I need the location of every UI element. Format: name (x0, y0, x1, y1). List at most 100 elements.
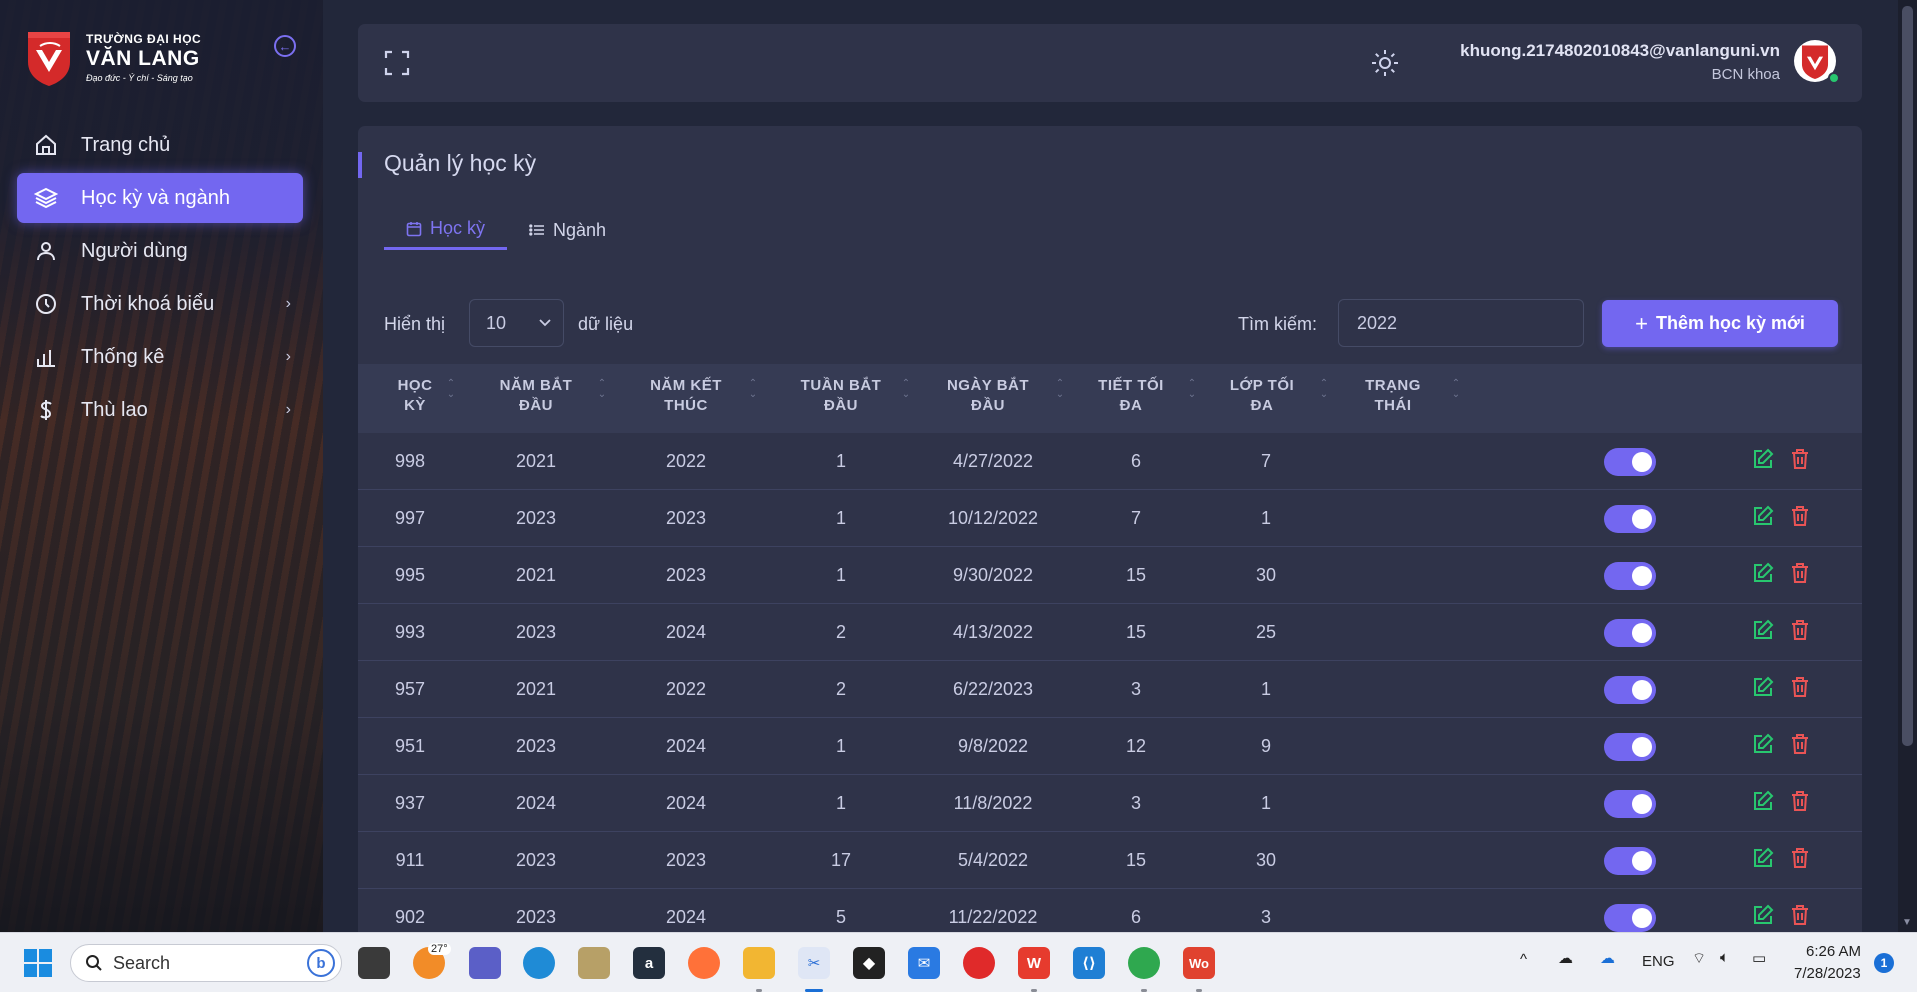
edit-icon[interactable] (1752, 448, 1776, 472)
theme-toggle-sun-icon[interactable] (1370, 48, 1400, 78)
tab-terms[interactable]: Học kỳ (384, 210, 508, 250)
status-toggle[interactable] (1604, 676, 1656, 704)
sort-icon[interactable]: ⌃ ⌄ (597, 378, 607, 400)
sort-icon[interactable]: ⌃ ⌄ (1451, 378, 1461, 400)
firefox-icon[interactable] (688, 947, 720, 979)
status-toggle[interactable] (1604, 505, 1656, 533)
delete-icon[interactable] (1789, 562, 1813, 586)
mail-icon[interactable]: ✉ (908, 947, 940, 979)
amazon-icon[interactable]: a (633, 947, 665, 979)
fullscreen-icon[interactable] (384, 50, 410, 76)
chrome-icon[interactable] (1128, 947, 1160, 979)
brand-logo[interactable]: TRƯỜNG ĐẠI HỌC VĂN LANG Đạo đức - Ý chí … (26, 28, 201, 86)
sidebar-item-terms-majors[interactable]: Học kỳ và ngành (17, 173, 303, 223)
snipping-tool-icon[interactable]: ✂ (798, 947, 830, 979)
status-toggle[interactable] (1604, 847, 1656, 875)
table-row[interactable]: 911 2023 2023 17 5/4/2022 15 30 (358, 832, 1862, 889)
table-row[interactable]: 902 2023 2024 5 11/22/2022 6 3 (358, 889, 1862, 936)
column-header[interactable]: NGÀY BẮT ĐẦU (928, 376, 1048, 416)
sidebar-item-statistics[interactable]: Thống kê › (17, 332, 303, 382)
column-header[interactable]: NĂM KẾT THÚC (626, 376, 746, 416)
clock-date[interactable]: 7/28/2023 (1794, 965, 1861, 982)
chevron-up-icon[interactable]: ^ (1520, 951, 1527, 968)
sort-icon[interactable]: ⌃ ⌄ (446, 378, 456, 400)
sort-icon[interactable]: ⌃ ⌄ (901, 378, 911, 400)
edit-icon[interactable] (1752, 562, 1776, 586)
delete-icon[interactable] (1789, 733, 1813, 757)
table-row[interactable]: 951 2023 2024 1 9/8/2022 12 9 (358, 718, 1862, 775)
status-toggle[interactable] (1604, 733, 1656, 761)
status-toggle[interactable] (1604, 790, 1656, 818)
file-explorer-icon[interactable] (743, 947, 775, 979)
sidebar-item-remuneration[interactable]: Thù lao › (17, 385, 303, 435)
volume-icon[interactable]: 🔈︎ (1720, 949, 1729, 966)
sort-icon[interactable]: ⌃ ⌄ (1055, 378, 1065, 400)
onedrive-icon[interactable]: ☁ (1558, 949, 1573, 967)
sort-icon[interactable]: ⌃ ⌄ (748, 378, 758, 400)
edit-icon[interactable] (1752, 619, 1776, 643)
edit-icon[interactable] (1752, 505, 1776, 529)
search-input[interactable] (1338, 299, 1584, 347)
vscode-icon[interactable]: ⟨⟩ (1073, 947, 1105, 979)
language-indicator[interactable]: ENG (1642, 953, 1675, 970)
wps-office-icon[interactable]: Wo (1183, 947, 1215, 979)
delete-icon[interactable] (1789, 676, 1813, 700)
status-toggle[interactable] (1604, 448, 1656, 476)
delete-icon[interactable] (1789, 619, 1813, 643)
column-header[interactable]: TIẾT TỐI ĐA (1071, 376, 1191, 416)
edit-icon[interactable] (1752, 676, 1776, 700)
delete-icon[interactable] (1789, 448, 1813, 472)
collapse-sidebar-icon[interactable]: ← (274, 35, 296, 57)
edit-icon[interactable] (1752, 904, 1776, 928)
delete-icon[interactable] (1789, 904, 1813, 928)
taskbar-search[interactable]: Search b (70, 944, 342, 982)
delete-icon[interactable] (1789, 790, 1813, 814)
sort-icon[interactable]: ⌃ ⌄ (1319, 378, 1329, 400)
column-header[interactable]: NĂM BẮT ĐẦU (476, 376, 596, 416)
teams-chat-icon[interactable] (469, 947, 501, 979)
column-header[interactable]: LỚP TỐI ĐA (1202, 376, 1322, 416)
sort-icon[interactable]: ⌃ ⌄ (1187, 378, 1197, 400)
scroll-down-icon[interactable]: ▼ (1902, 917, 1912, 928)
wifi-icon[interactable]: ⌔ (1692, 949, 1706, 968)
table-row[interactable]: 995 2021 2023 1 9/30/2022 15 30 (358, 547, 1862, 604)
battery-icon[interactable]: ▭ (1752, 949, 1766, 967)
edit-icon[interactable] (1752, 790, 1776, 814)
column-header[interactable]: TRẠNG THÁI (1333, 376, 1453, 416)
tab-majors[interactable]: Ngành (507, 210, 628, 250)
notification-badge[interactable]: 1 (1874, 953, 1894, 973)
dropbox-icon[interactable]: ◆ (853, 947, 885, 979)
onedrive-sync-icon[interactable]: ☁ (1600, 949, 1615, 967)
status-toggle[interactable] (1604, 562, 1656, 590)
add-term-button[interactable]: + Thêm học kỳ mới (1602, 300, 1838, 347)
foxit-icon[interactable] (963, 947, 995, 979)
status-toggle[interactable] (1604, 619, 1656, 647)
sidebar-item-home[interactable]: Trang chủ (17, 120, 303, 170)
table-row[interactable]: 957 2021 2022 2 6/22/2023 3 1 (358, 661, 1862, 718)
column-header[interactable]: TUẦN BẮT ĐẦU (781, 376, 901, 416)
edge-icon[interactable] (523, 947, 555, 979)
table-row[interactable]: 997 2023 2023 1 10/12/2022 7 1 (358, 490, 1862, 547)
status-toggle[interactable] (1604, 904, 1656, 932)
delete-icon[interactable] (1789, 847, 1813, 871)
tools-icon[interactable] (578, 947, 610, 979)
page-scrollbar[interactable]: ▼ (1898, 0, 1917, 932)
table-row[interactable]: 998 2021 2022 1 4/27/2022 6 7 (358, 433, 1862, 490)
edit-icon[interactable] (1752, 847, 1776, 871)
bing-icon[interactable]: b (307, 949, 335, 977)
edit-icon[interactable] (1752, 733, 1776, 757)
windows-start-icon[interactable] (24, 949, 52, 977)
table-row[interactable]: 993 2023 2024 2 4/13/2022 15 25 (358, 604, 1862, 661)
table-row[interactable]: 937 2024 2024 1 11/8/2022 3 1 (358, 775, 1862, 832)
wps-writer-icon[interactable]: W (1018, 947, 1050, 979)
cell-start-date: 5/4/2022 (957, 850, 1029, 870)
cell-term: 957 (394, 679, 426, 699)
sidebar-item-timetable[interactable]: Thời khoá biểu › (17, 279, 303, 329)
scrollbar-thumb[interactable] (1902, 6, 1913, 746)
column-header[interactable]: HỌC KỲ (358, 376, 475, 416)
sidebar-item-users[interactable]: Người dùng (17, 226, 303, 276)
delete-icon[interactable] (1789, 505, 1813, 529)
clock-time[interactable]: 6:26 AM (1806, 943, 1861, 960)
page-size-select[interactable]: 10 (469, 299, 564, 347)
task-view-icon[interactable] (358, 947, 390, 979)
